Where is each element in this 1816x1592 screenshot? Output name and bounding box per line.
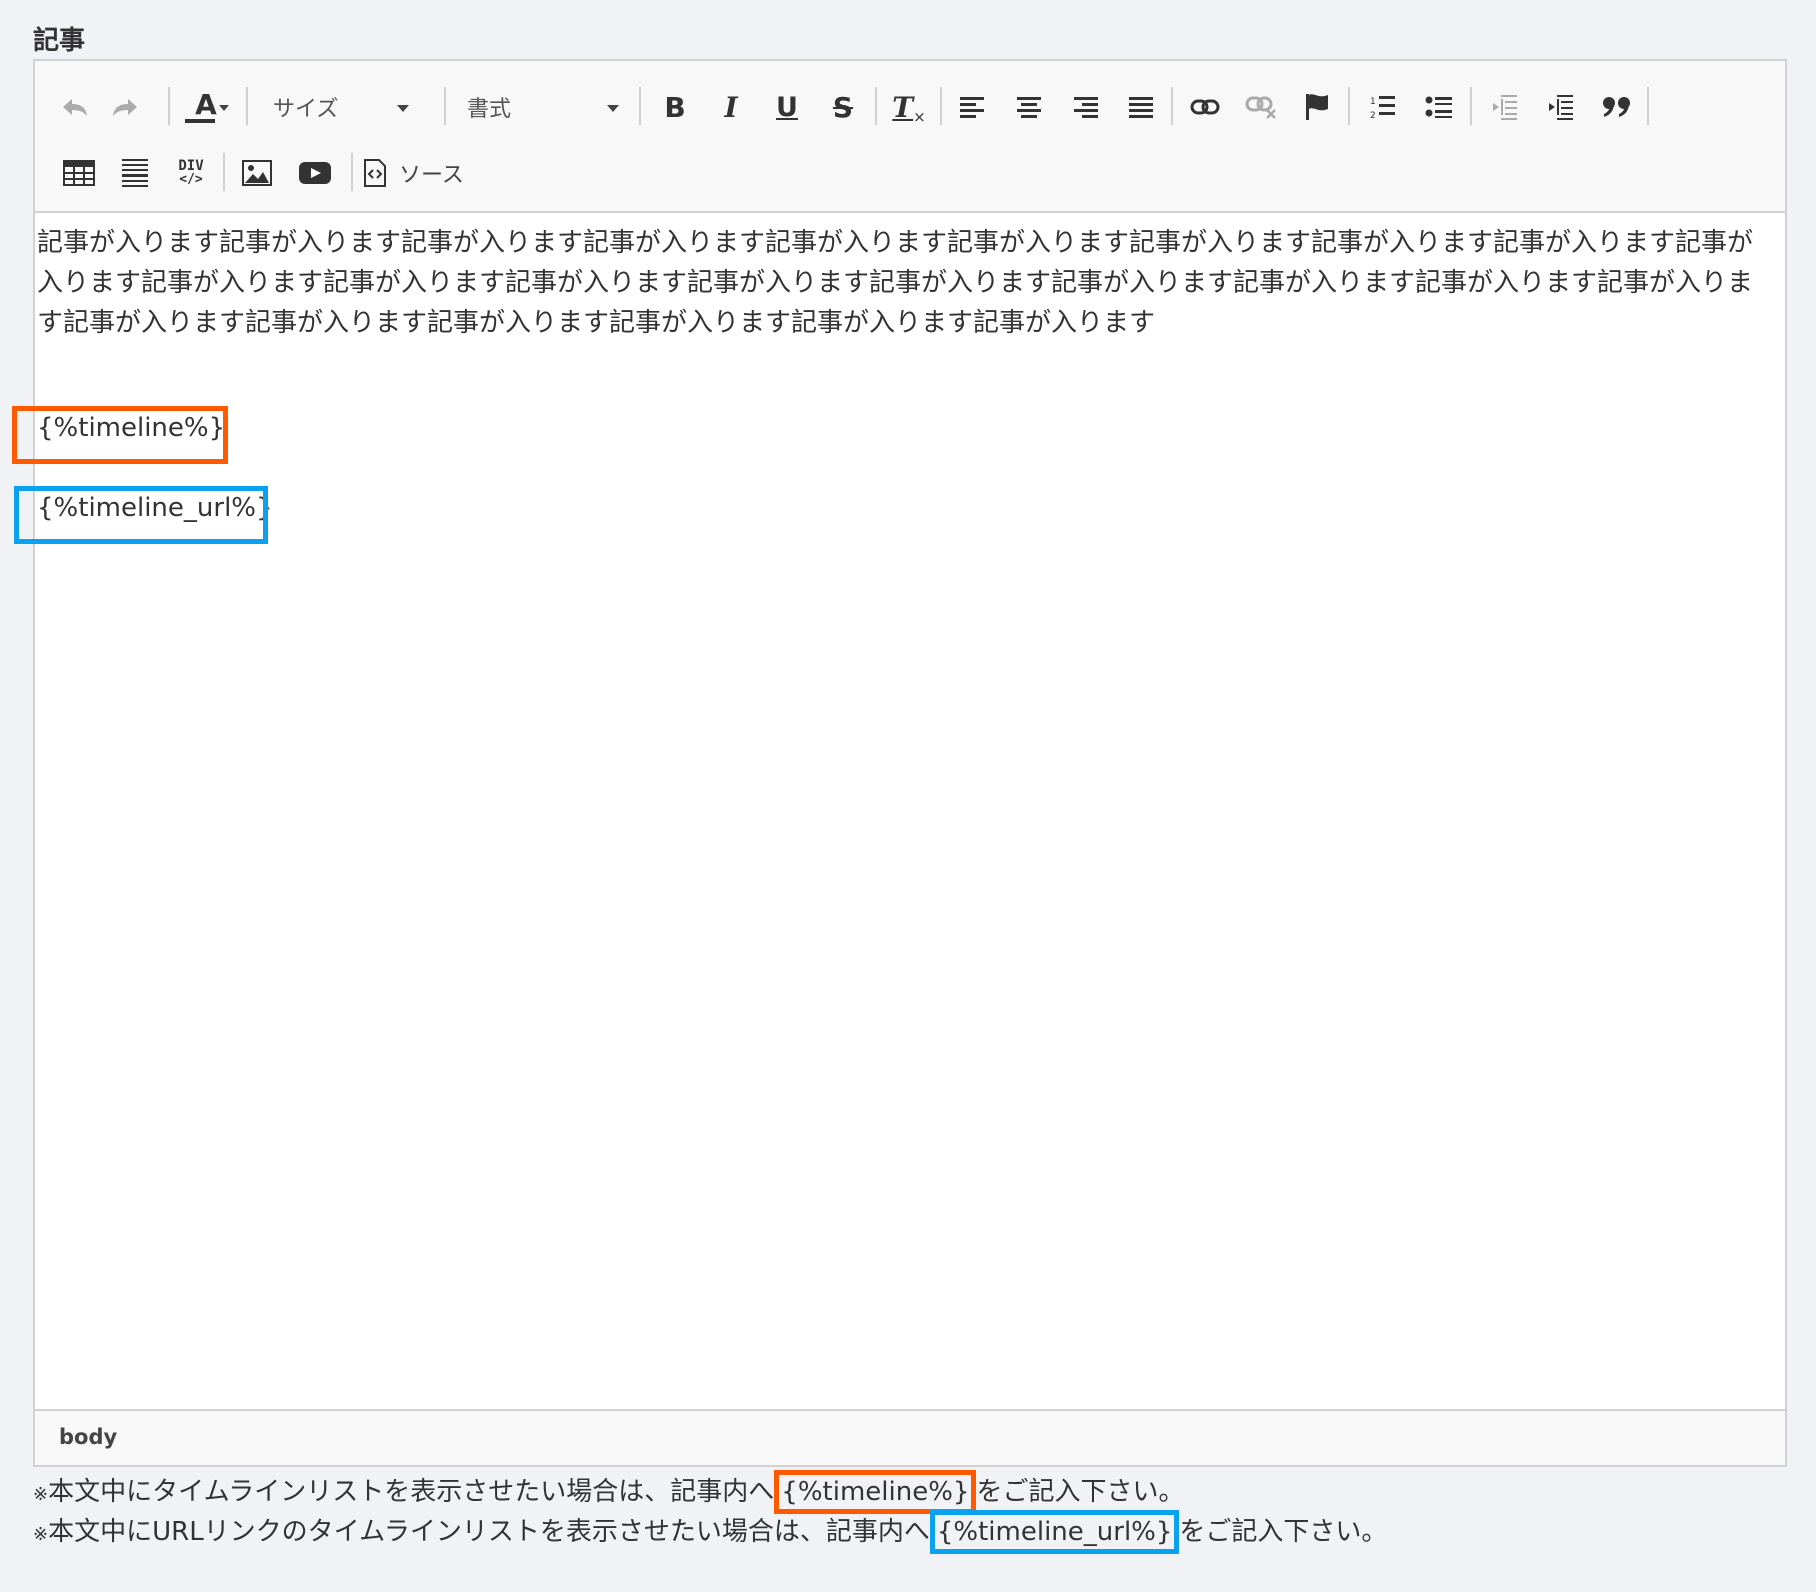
note-timeline-url-tag: {%timeline_url%}: [929, 1510, 1180, 1554]
size-dropdown-label: サイズ: [273, 97, 339, 122]
underline-button[interactable]: U: [765, 85, 809, 129]
toolbar-separator: [246, 87, 248, 125]
size-dropdown[interactable]: サイズ: [273, 87, 409, 127]
text-color-underline: [185, 119, 215, 123]
indent-icon[interactable]: [1539, 85, 1583, 129]
toolbar-separator: [1647, 87, 1649, 125]
text-color-icon: A: [195, 87, 217, 121]
toolbar-separator: [1470, 87, 1472, 125]
align-justify-icon[interactable]: [1119, 85, 1163, 129]
note-line-2: ※本文中にURLリンクのタイムラインリストを表示させたい場合は、記事内へ {%ti…: [33, 1510, 1387, 1554]
horizontal-rule-icon[interactable]: [113, 151, 157, 195]
note-text: 本文中にURLリンクのタイムラインリストを表示させたい場合は、記事内へ: [48, 1517, 930, 1547]
svg-text:2: 2: [1370, 111, 1376, 120]
note-text: をご記入下さい。: [976, 1477, 1185, 1507]
toolbar-separator: [1348, 87, 1350, 125]
chevron-down-icon: [607, 105, 619, 112]
strikethrough-button[interactable]: S: [821, 85, 865, 129]
image-icon[interactable]: [235, 151, 279, 195]
align-right-icon[interactable]: [1063, 85, 1107, 129]
blockquote-icon[interactable]: [1595, 85, 1639, 129]
remove-format-icon: T: [892, 90, 914, 124]
toolbar-separator: [168, 87, 170, 125]
link-icon[interactable]: [1183, 85, 1227, 129]
element-path[interactable]: body: [59, 1425, 117, 1449]
toolbar-separator: [940, 87, 942, 125]
editor-content-area[interactable]: 記事が入ります記事が入ります記事が入ります記事が入ります記事が入ります記事が入り…: [35, 213, 1785, 1411]
text-color-button[interactable]: A: [181, 83, 231, 131]
timeline-highlight-box: [12, 406, 228, 464]
undo-icon[interactable]: [55, 87, 95, 127]
source-button[interactable]: ソース: [363, 151, 483, 195]
field-label: 記事: [33, 26, 86, 56]
note-marker: ※: [33, 1524, 49, 1545]
format-dropdown[interactable]: 書式: [467, 87, 619, 127]
source-label: ソース: [399, 163, 464, 188]
note-marker: ※: [33, 1484, 49, 1505]
bulleted-list-icon[interactable]: [1417, 85, 1461, 129]
anchor-flag-icon[interactable]: [1295, 85, 1339, 129]
div-container-icon[interactable]: DIV </>: [169, 151, 213, 195]
format-dropdown-label: 書式: [467, 97, 512, 122]
toolbar-separator: [639, 87, 641, 125]
youtube-icon[interactable]: [291, 151, 339, 195]
toolbar-separator: [223, 153, 225, 191]
editor-toolbar: A サイズ 書式 B I U S T × 1 2 DIV </> ソース: [35, 61, 1785, 213]
article-paragraph: 記事が入ります記事が入ります記事が入ります記事が入ります記事が入ります記事が入り…: [37, 228, 1754, 338]
align-center-icon[interactable]: [1007, 85, 1051, 129]
table-icon[interactable]: [57, 151, 101, 195]
editor-statusbar: body: [35, 1409, 1785, 1465]
close-icon: ×: [913, 108, 926, 126]
toolbar-separator: [1171, 87, 1173, 125]
code-icon: </>: [179, 172, 203, 187]
outdent-icon[interactable]: [1483, 85, 1527, 129]
toolbar-separator: [444, 87, 446, 125]
div-icon-label: DIV: [178, 158, 204, 174]
note-line-1: ※本文中にタイムラインリストを表示させたい場合は、記事内へ {%timeline%…: [33, 1470, 1184, 1514]
svg-text:1: 1: [1370, 97, 1376, 107]
numbered-list-icon[interactable]: 12: [1361, 85, 1405, 129]
toolbar-separator: [875, 87, 877, 125]
bold-button[interactable]: B: [653, 85, 697, 129]
toolbar-separator: [351, 153, 353, 191]
remove-format-button[interactable]: T ×: [887, 85, 931, 129]
rich-text-editor[interactable]: A サイズ 書式 B I U S T × 1 2 DIV </> ソース 記事が…: [33, 59, 1787, 1467]
redo-icon[interactable]: [105, 87, 145, 127]
source-icon: [364, 159, 386, 187]
chevron-down-icon: [219, 105, 229, 111]
align-left-icon[interactable]: [951, 85, 995, 129]
note-timeline-tag: {%timeline%}: [774, 1470, 977, 1514]
note-text: 本文中にタイムラインリストを表示させたい場合は、記事内へ: [48, 1477, 775, 1507]
italic-button[interactable]: I: [709, 85, 753, 129]
unlink-icon[interactable]: [1239, 85, 1283, 129]
note-text: をご記入下さい。: [1179, 1517, 1388, 1547]
timeline-url-highlight-box: [14, 486, 268, 544]
chevron-down-icon: [397, 105, 409, 112]
